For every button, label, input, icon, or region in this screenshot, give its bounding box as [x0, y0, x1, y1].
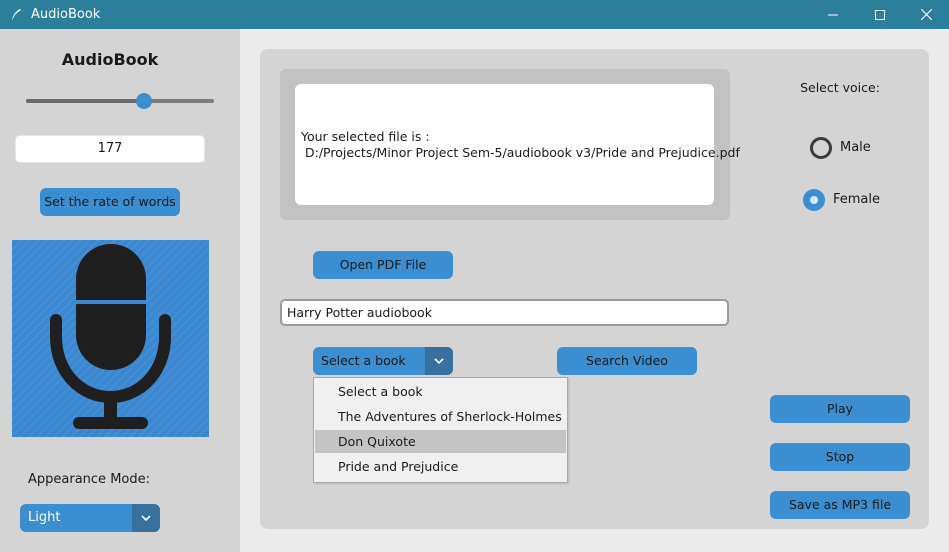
dropdown-item[interactable]: Select a book	[315, 380, 566, 403]
sidebar-title: AudioBook	[61, 50, 159, 69]
book-select-menu[interactable]: Select a book	[313, 347, 453, 375]
minimize-button[interactable]	[810, 0, 856, 29]
window-title: AudioBook	[31, 7, 101, 22]
female-radio-label[interactable]: Female	[833, 192, 880, 207]
appearance-mode-menu[interactable]: Light	[20, 504, 160, 532]
dropdown-item[interactable]: The Adventures of Sherlock-Holmes	[315, 405, 566, 428]
female-radio[interactable]	[803, 189, 825, 211]
appearance-mode-value: Light	[28, 510, 61, 525]
chevron-down-icon[interactable]	[425, 347, 453, 375]
dropdown-item[interactable]: Pride and Prejudice	[315, 455, 566, 478]
maximize-button[interactable]	[857, 0, 903, 29]
play-button[interactable]: Play	[770, 395, 910, 423]
set-rate-button[interactable]: Set the rate of words	[40, 188, 180, 216]
rate-input[interactable]: 177	[15, 135, 205, 163]
select-voice-label: Select voice:	[800, 80, 880, 95]
minimize-icon	[828, 14, 838, 15]
microphone-icon	[50, 244, 171, 429]
appearance-mode-label: Appearance Mode:	[28, 472, 150, 487]
stop-button[interactable]: Stop	[770, 443, 910, 471]
male-radio-label[interactable]: Male	[840, 140, 871, 155]
file-path: D:/Projects/Minor Project Sem-5/audioboo…	[305, 145, 740, 160]
search-input[interactable]: Harry Potter audiobook	[280, 299, 729, 326]
book-select-value: Select a book	[321, 353, 406, 368]
file-label: Your selected file is :	[301, 129, 430, 144]
file-info-textbox[interactable]: Your selected file is : D:/Projects/Mino…	[295, 84, 740, 205]
sidebar: AudioBook 177 Set the rate of words Appe…	[0, 29, 240, 552]
microphone-image	[12, 240, 209, 437]
feather-icon	[9, 8, 23, 22]
save-mp3-button[interactable]: Save as MP3 file	[770, 491, 910, 519]
radio-selected-dot	[810, 196, 818, 204]
dropdown-item-highlighted[interactable]: Don Quixote	[315, 430, 566, 453]
search-video-button[interactable]: Search Video	[557, 347, 697, 375]
rate-slider[interactable]	[26, 92, 214, 110]
close-button[interactable]	[903, 0, 949, 29]
slider-fill	[26, 99, 144, 103]
open-pdf-button[interactable]: Open PDF File	[313, 251, 453, 279]
title-bar: AudioBook	[0, 0, 949, 29]
book-dropdown-list: Select a book The Adventures of Sherlock…	[313, 377, 568, 483]
chevron-down-icon[interactable]	[132, 504, 160, 532]
close-icon	[920, 9, 932, 20]
slider-thumb[interactable]	[136, 93, 152, 109]
male-radio[interactable]	[810, 137, 832, 159]
maximize-icon	[875, 9, 885, 20]
